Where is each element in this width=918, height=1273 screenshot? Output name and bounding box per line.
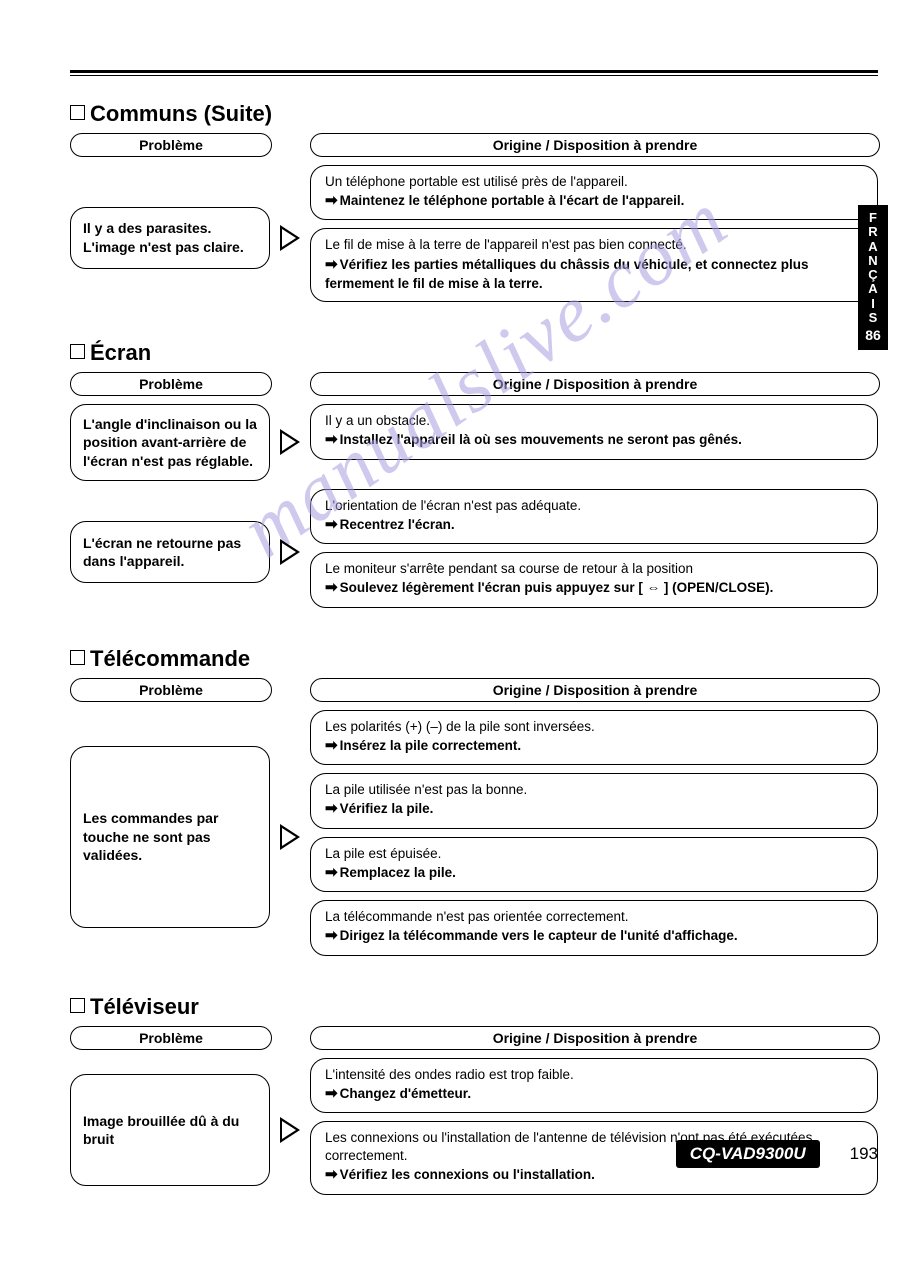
tab-lang-I: I <box>860 297 886 311</box>
solution-box: Le moniteur s'arrête pendant sa course d… <box>310 552 878 607</box>
origin-text: La pile utilisée n'est pas la bonne. <box>325 781 863 799</box>
origin-header: Origine / Disposition à prendre <box>310 1026 880 1050</box>
section-title-text: Télécommande <box>90 646 250 671</box>
disposition-text: ➡Soulevez légèrement l'écran puis appuye… <box>325 578 863 598</box>
problem-header: Problème <box>70 133 272 157</box>
page-number: 193 <box>850 1144 878 1164</box>
solution-box: Un téléphone portable est utilisé près d… <box>310 165 878 220</box>
checkbox-icon <box>70 105 85 120</box>
section-title-text: Téléviseur <box>90 994 199 1019</box>
problem-box: L'écran ne retourne pas dans l'appareil. <box>70 521 270 583</box>
problem-text: Image brouillée dû à du bruit <box>83 1112 257 1148</box>
problem-text: Les commandes par touche ne sont pas val… <box>83 809 257 864</box>
section-televiseur: Téléviseur Problème Origine / Dispositio… <box>70 994 878 1203</box>
problem-group: Les commandes par touche ne sont pas val… <box>70 710 878 964</box>
language-tab: F R A N Ç A I S 86 <box>858 205 888 350</box>
disposition-text: ➡Dirigez la télécommande vers le capteur… <box>325 926 863 946</box>
origin-text: La pile est épuisée. <box>325 845 863 863</box>
solution-box: La pile utilisée n'est pas la bonne. ➡Vé… <box>310 773 878 828</box>
tab-lang-R: R <box>860 225 886 239</box>
origin-text: La télécommande n'est pas orientée corre… <box>325 908 863 926</box>
tab-lang-N: N <box>860 254 886 268</box>
checkbox-icon <box>70 650 85 665</box>
problem-group: Il y a des parasites. L'image n'est pas … <box>70 165 878 310</box>
problem-group: L'angle d'inclinaison ou la position ava… <box>70 404 878 481</box>
triangle-icon <box>280 429 300 455</box>
triangle-icon <box>280 824 300 850</box>
solution-box: La pile est épuisée. ➡Remplacez la pile. <box>310 837 878 892</box>
triangle-icon <box>280 225 300 251</box>
disposition-text: ➡Recentrez l'écran. <box>325 515 863 535</box>
problem-group: Image brouillée dû à du bruit L'intensit… <box>70 1058 878 1203</box>
problem-box: Image brouillée dû à du bruit <box>70 1074 270 1186</box>
section-telecommande: Télécommande Problème Origine / Disposit… <box>70 646 878 964</box>
section-title-text: Écran <box>90 340 151 365</box>
section-title-text: Communs (Suite) <box>90 101 272 126</box>
problem-box: Il y a des parasites. L'image n'est pas … <box>70 207 270 269</box>
disposition-text: ➡Vérifiez les parties métalliques du châ… <box>325 255 863 293</box>
tab-lang-F: F <box>860 211 886 225</box>
problem-text: L'angle d'inclinaison ou la position ava… <box>83 415 257 470</box>
top-double-rule <box>70 70 878 76</box>
section-title: Télécommande <box>70 646 878 672</box>
disposition-text: ➡Vérifiez la pile. <box>325 799 863 819</box>
column-headers: Problème Origine / Disposition à prendre <box>70 372 878 404</box>
tab-lang-A: A <box>860 240 886 254</box>
origin-text: Le moniteur s'arrête pendant sa course d… <box>325 560 863 578</box>
origin-text: Un téléphone portable est utilisé près d… <box>325 173 863 191</box>
origin-header: Origine / Disposition à prendre <box>310 133 880 157</box>
origin-header: Origine / Disposition à prendre <box>310 678 880 702</box>
tab-lang-A2: A <box>860 282 886 296</box>
tab-lang-S: S <box>860 311 886 325</box>
origin-text: L'intensité des ondes radio est trop fai… <box>325 1066 863 1084</box>
solution-box: Les polarités (+) (–) de la pile sont in… <box>310 710 878 765</box>
disposition-text: ➡Maintenez le téléphone portable à l'éca… <box>325 191 863 211</box>
solution-box: La télécommande n'est pas orientée corre… <box>310 900 878 955</box>
section-title: Écran <box>70 340 878 366</box>
origin-text: Les polarités (+) (–) de la pile sont in… <box>325 718 863 736</box>
disposition-text: ➡Vérifiez les connexions ou l'installati… <box>325 1165 863 1185</box>
triangle-icon <box>280 1117 300 1143</box>
section-title: Téléviseur <box>70 994 878 1020</box>
problem-text: Il y a des parasites. L'image n'est pas … <box>83 219 257 255</box>
problem-text: L'écran ne retourne pas dans l'appareil. <box>83 534 257 570</box>
problem-header: Problème <box>70 372 272 396</box>
page-container: F R A N Ç A I S 86 manualslive.com Commu… <box>0 0 918 1273</box>
checkbox-icon <box>70 344 85 359</box>
disposition-text: ➡Remplacez la pile. <box>325 863 863 883</box>
origin-header: Origine / Disposition à prendre <box>310 372 880 396</box>
problem-header: Problème <box>70 678 272 702</box>
solution-box: L'intensité des ondes radio est trop fai… <box>310 1058 878 1113</box>
section-communs: Communs (Suite) Problème Origine / Dispo… <box>70 101 878 310</box>
column-headers: Problème Origine / Disposition à prendre <box>70 133 878 165</box>
problem-header: Problème <box>70 1026 272 1050</box>
solution-box: L'orientation de l'écran n'est pas adéqu… <box>310 489 878 544</box>
solution-box: Le fil de mise à la terre de l'appareil … <box>310 228 878 302</box>
origin-text: Il y a un obstacle. <box>325 412 863 430</box>
tab-page-number: 86 <box>860 328 886 343</box>
triangle-icon <box>280 539 300 565</box>
disposition-text: ➡Installez l'appareil là où ses mouvemen… <box>325 430 863 450</box>
section-title: Communs (Suite) <box>70 101 878 127</box>
disposition-text: ➡Insérez la pile correctement. <box>325 736 863 756</box>
disposition-text: ➡Changez d'émetteur. <box>325 1084 863 1104</box>
model-badge: CQ-VAD9300U <box>676 1140 820 1168</box>
problem-box: Les commandes par touche ne sont pas val… <box>70 746 270 928</box>
origin-text: Le fil de mise à la terre de l'appareil … <box>325 236 863 254</box>
problem-group: L'écran ne retourne pas dans l'appareil.… <box>70 489 878 616</box>
column-headers: Problème Origine / Disposition à prendre <box>70 1026 878 1058</box>
checkbox-icon <box>70 998 85 1013</box>
page-footer: CQ-VAD9300U 193 <box>676 1140 878 1168</box>
origin-text: L'orientation de l'écran n'est pas adéqu… <box>325 497 863 515</box>
section-ecran: Écran Problème Origine / Disposition à p… <box>70 340 878 616</box>
tab-lang-C: Ç <box>860 268 886 282</box>
column-headers: Problème Origine / Disposition à prendre <box>70 678 878 710</box>
problem-box: L'angle d'inclinaison ou la position ava… <box>70 404 270 481</box>
solution-box: Il y a un obstacle. ➡Installez l'apparei… <box>310 404 878 459</box>
